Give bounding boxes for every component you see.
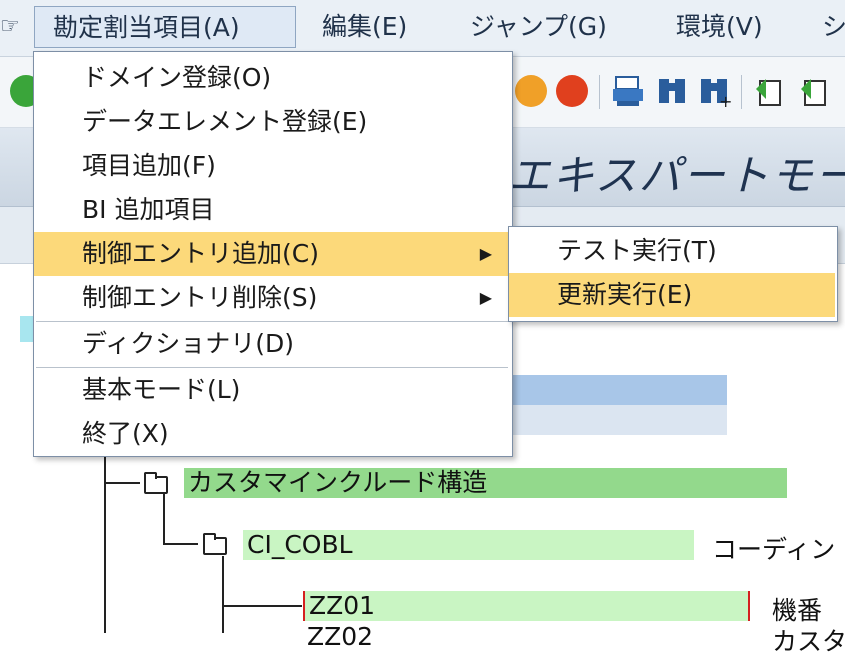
print-icon[interactable] [611, 73, 645, 109]
tree-node-zz01[interactable]: ZZ01 [303, 591, 750, 621]
tree-node-zz02[interactable]: ZZ02 [303, 622, 373, 652]
menu-item-basic-mode[interactable]: 基本モード(L) [34, 368, 510, 412]
menu-goto[interactable]: ジャンプ(G) [470, 6, 607, 48]
menu-edit[interactable]: 編集(E) [322, 6, 407, 48]
tree-connector [222, 605, 302, 607]
menu-item-data-element-register[interactable]: データエレメント登録(E) [34, 100, 510, 144]
account-assignment-dropdown: ドメイン登録(O) データエレメント登録(E) 項目追加(F) BI 追加項目 … [33, 51, 513, 457]
tree-selection-bar [510, 375, 727, 405]
tree-node-description: カスタ [772, 627, 845, 656]
submenu-item-update-run[interactable]: 更新実行(E) [509, 273, 835, 317]
tree-connector [222, 556, 224, 633]
folder-icon [144, 472, 168, 494]
previous-page-icon[interactable] [797, 73, 831, 109]
page-title: エキスパートモー [508, 151, 845, 200]
submenu-arrow-icon: ▶ [479, 244, 492, 263]
folder-icon [203, 533, 227, 555]
menu-bar: ☞ 勘定割当項目(A) 編集(E) ジャンプ(G) 環境(V) シ [0, 0, 845, 57]
menu-item-add-control-entry[interactable]: 制御エントリ追加(C) ▶ [34, 232, 510, 276]
menu-item-dictionary[interactable]: ディクショナリ(D) [34, 322, 510, 366]
menu-item-delete-control-entry[interactable]: 制御エントリ削除(S) ▶ [34, 276, 510, 320]
menu-bar-icon[interactable]: ☞ [0, 14, 20, 39]
toolbar-separator [741, 75, 742, 109]
toolbar-separator [599, 75, 600, 109]
find-next-icon[interactable]: + [697, 73, 732, 111]
menu-environment[interactable]: 環境(V) [676, 6, 763, 48]
tree-selection-bar [20, 316, 34, 342]
find-binoculars-icon[interactable] [655, 73, 689, 109]
control-entry-submenu: テスト実行(T) 更新実行(E) [508, 226, 838, 322]
menu-account-assignment[interactable]: 勘定割当項目(A) [34, 6, 296, 48]
first-page-icon[interactable] [752, 73, 786, 109]
menu-item-label: 制御エントリ削除(S) [82, 283, 318, 312]
menu-item-domain-register[interactable]: ドメイン登録(O) [34, 56, 510, 100]
menu-item-label: 制御エントリ追加(C) [82, 239, 319, 268]
menu-item-exit[interactable]: 終了(X) [34, 412, 510, 456]
cancel-up-icon[interactable] [515, 75, 547, 107]
submenu-item-test-run[interactable]: テスト実行(T) [509, 229, 835, 273]
tree-node-customer-include[interactable]: カスタマインクルード構造 [184, 468, 787, 498]
menu-system[interactable]: シ [822, 6, 845, 48]
cancel-x-icon[interactable] [556, 75, 588, 107]
svg-text:+: + [719, 92, 731, 109]
menu-item-add-field[interactable]: 項目追加(F) [34, 144, 510, 188]
tree-connector [163, 494, 165, 544]
menu-item-bi-additional-fields[interactable]: BI 追加項目 [34, 188, 510, 232]
tree-connector [104, 482, 140, 484]
submenu-arrow-icon: ▶ [479, 288, 492, 307]
tree-connector [163, 543, 198, 545]
tree-node-ci-cobl[interactable]: CI_COBL [243, 530, 694, 560]
tree-node-description: コーディン [712, 535, 836, 564]
tree-selection-bar [510, 405, 727, 435]
